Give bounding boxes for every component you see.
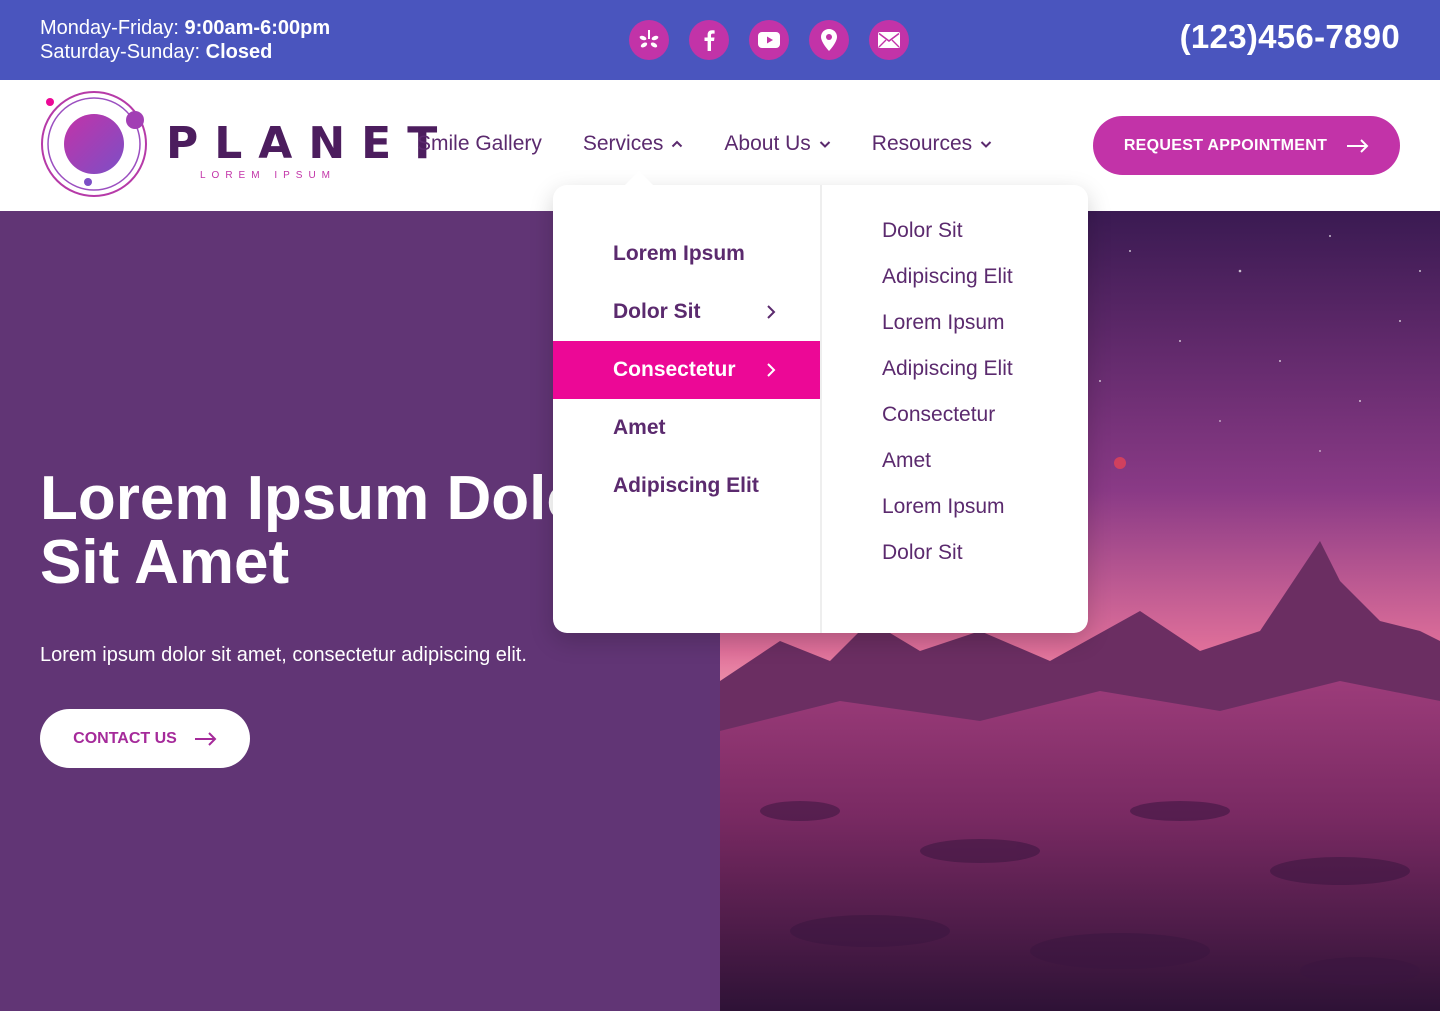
youtube-icon bbox=[758, 32, 780, 48]
request-appointment-button[interactable]: REQUEST APPOINTMENT bbox=[1093, 116, 1400, 175]
menu-item-consectetur[interactable]: Consectetur bbox=[553, 341, 820, 399]
submenu-item[interactable]: Amet bbox=[882, 438, 1013, 484]
nav-label: About Us bbox=[724, 132, 811, 155]
main-nav: Smile Gallery Services About Us Resource… bbox=[417, 132, 1033, 156]
chevron-down-icon bbox=[819, 141, 831, 148]
submenu-item[interactable]: Dolor Sit bbox=[882, 530, 1013, 576]
submenu-item[interactable]: Dolor Sit bbox=[882, 208, 1013, 254]
yelp-link[interactable] bbox=[629, 20, 669, 60]
submenu-item[interactable]: Consectetur bbox=[882, 392, 1013, 438]
top-bar: Monday-Friday: 9:00am-6:00pm Saturday-Su… bbox=[0, 0, 1440, 80]
social-links bbox=[629, 20, 909, 60]
chevron-down-icon bbox=[980, 141, 992, 148]
hours-weekday-label: Monday-Friday: bbox=[40, 17, 185, 39]
logo[interactable]: PLANET LOREM IPSUM bbox=[38, 90, 437, 200]
nav-label: Services bbox=[582, 132, 664, 155]
menu-item-label: Dolor Sit bbox=[613, 300, 701, 323]
mail-icon bbox=[878, 32, 900, 48]
yelp-icon bbox=[639, 30, 659, 48]
logo-tagline: LOREM IPSUM bbox=[200, 170, 337, 181]
chevron-right-icon bbox=[767, 363, 776, 377]
arrow-right-icon bbox=[194, 731, 217, 746]
menu-item-amet[interactable]: Amet bbox=[553, 399, 820, 457]
submenu-item[interactable]: Adipiscing Elit bbox=[882, 346, 1013, 392]
map-pin-icon bbox=[821, 29, 837, 51]
nav-smile-gallery[interactable]: Smile Gallery bbox=[417, 132, 542, 156]
youtube-link[interactable] bbox=[749, 20, 789, 60]
office-hours: Monday-Friday: 9:00am-6:00pm Saturday-Su… bbox=[40, 16, 330, 64]
menu-item-adipiscing-elit[interactable]: Adipiscing Elit bbox=[553, 457, 820, 515]
map-link[interactable] bbox=[809, 20, 849, 60]
chevron-right-icon bbox=[767, 305, 776, 319]
email-link[interactable] bbox=[869, 20, 909, 60]
nav-resources[interactable]: Resources bbox=[872, 132, 992, 156]
nav-about-us[interactable]: About Us bbox=[724, 132, 831, 156]
facebook-link[interactable] bbox=[689, 20, 729, 60]
phone-number[interactable]: (123)456-7890 bbox=[1180, 18, 1400, 56]
arrow-right-icon bbox=[1347, 138, 1369, 153]
cta-label: REQUEST APPOINTMENT bbox=[1123, 136, 1328, 154]
hero-subtitle: Lorem ipsum dolor sit amet, consectetur … bbox=[40, 644, 527, 666]
submenu-item[interactable]: Adipiscing Elit bbox=[882, 254, 1013, 300]
services-dropdown: Lorem Ipsum Dolor Sit Consectetur Amet A… bbox=[553, 171, 1088, 633]
nav-label: Smile Gallery bbox=[417, 132, 542, 155]
logo-wordmark: PLANET bbox=[166, 118, 454, 169]
hours-weekend: Saturday-Sunday: Closed bbox=[40, 40, 330, 64]
services-secondary-list: Dolor Sit Adipiscing Elit Lorem Ipsum Ad… bbox=[882, 219, 1013, 593]
menu-item-label: Amet bbox=[613, 416, 666, 439]
dropdown-divider bbox=[820, 185, 822, 633]
hours-weekday: Monday-Friday: 9:00am-6:00pm bbox=[40, 16, 330, 40]
menu-item-label: Lorem Ipsum bbox=[613, 242, 745, 265]
services-primary-list: Lorem Ipsum Dolor Sit Consectetur Amet A… bbox=[553, 225, 820, 515]
hours-weekend-label: Saturday-Sunday: bbox=[40, 41, 206, 63]
menu-item-dolor-sit[interactable]: Dolor Sit bbox=[553, 283, 820, 341]
facebook-icon bbox=[704, 30, 715, 51]
menu-item-lorem-ipsum[interactable]: Lorem Ipsum bbox=[553, 225, 820, 283]
nav-services[interactable]: Services bbox=[583, 132, 684, 156]
menu-item-label: Consectetur bbox=[613, 358, 736, 381]
contact-us-button[interactable]: CONTACT US bbox=[40, 709, 250, 768]
chevron-up-icon bbox=[672, 140, 683, 148]
hours-weekday-value: 9:00am-6:00pm bbox=[184, 17, 331, 39]
nav-label: Resources bbox=[871, 132, 973, 155]
submenu-item[interactable]: Lorem Ipsum bbox=[882, 300, 1013, 346]
hours-weekend-value: Closed bbox=[205, 41, 273, 63]
contact-label: CONTACT US bbox=[73, 729, 177, 747]
submenu-item[interactable]: Lorem Ipsum bbox=[882, 484, 1013, 530]
menu-item-label: Adipiscing Elit bbox=[613, 474, 759, 497]
planet-logo-icon bbox=[41, 91, 147, 197]
